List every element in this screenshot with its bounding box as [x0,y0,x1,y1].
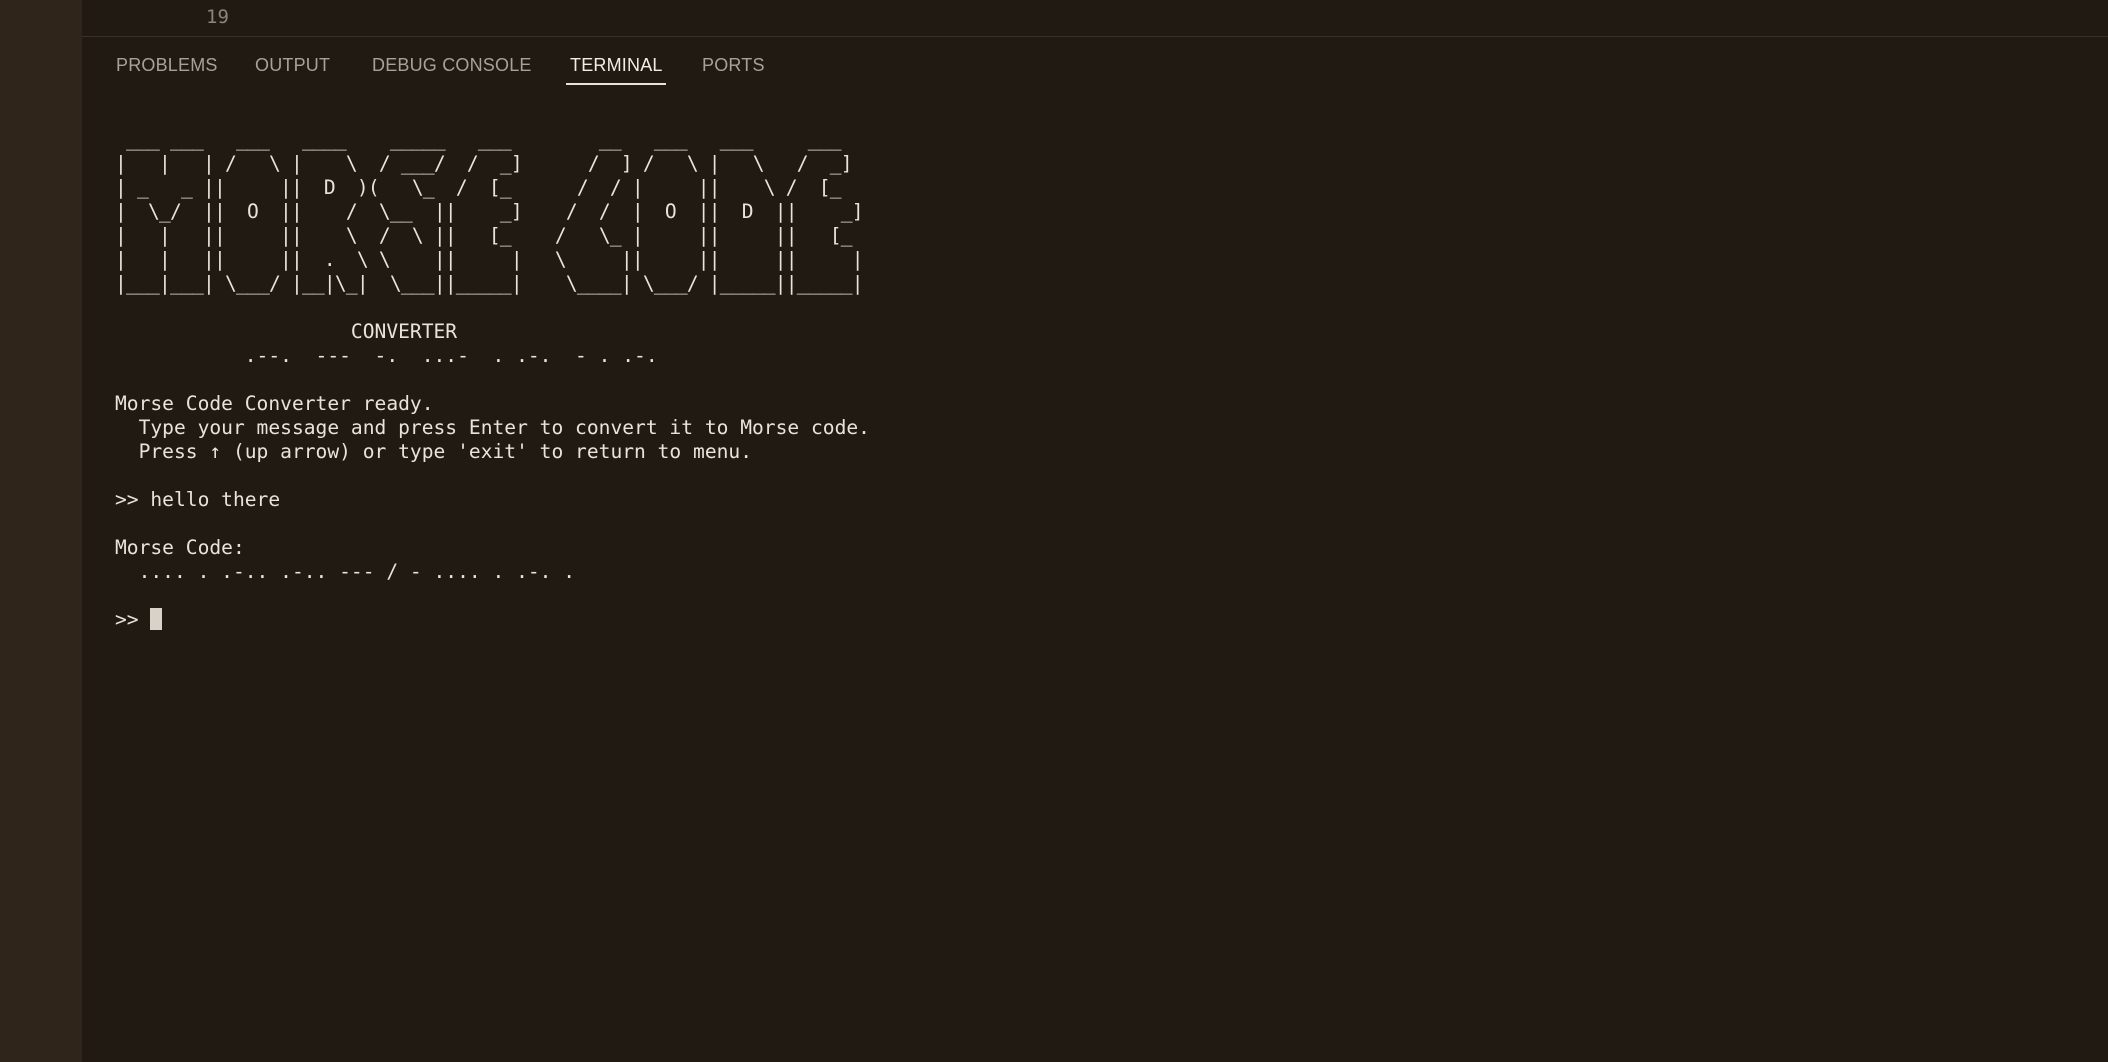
line-number: 19 [206,6,229,28]
terminal-banner-art: ___ ___ ___ ____ _____ ___ __ ___ ___ __… [115,128,864,295]
terminal-instruction-line: Type your message and press Enter to con… [115,416,870,439]
terminal-subtitle-morse: .--. --- -. ...- . .-. - . .-. [115,344,658,367]
terminal-prompt-line[interactable]: >> [115,608,2088,632]
terminal-prompt: >> [115,608,151,631]
tab-problems[interactable]: PROBLEMS [116,55,218,76]
terminal-instruction-line: Press ↑ (up arrow) or type 'exit' to ret… [115,440,753,463]
terminal-output-label: Morse Code: [115,536,245,559]
app-window: 19 PROBLEMS OUTPUT DEBUG CONSOLE TERMINA… [0,0,2108,1062]
terminal-subtitle: CONVERTER [115,320,458,343]
tab-debug-console[interactable]: DEBUG CONSOLE [372,55,532,76]
active-tab-indicator [566,83,666,85]
terminal-output[interactable]: ___ ___ ___ ____ _____ ___ __ ___ ___ __… [115,128,2088,1042]
activity-bar [0,0,82,1062]
tab-ports[interactable]: PORTS [702,55,765,76]
terminal-output-morse: .... . .-.. .-.. --- / - .... . .-. . [115,560,576,583]
tab-output[interactable]: OUTPUT [255,55,330,76]
terminal-input-echo: >> hello there [115,488,281,511]
terminal-ready-line: Morse Code Converter ready. [115,392,434,415]
tab-terminal[interactable]: TERMINAL [570,55,663,76]
editor-area[interactable]: 19 [82,0,2108,37]
panel-tab-bar: PROBLEMS OUTPUT DEBUG CONSOLE TERMINAL P… [82,37,2108,89]
terminal-cursor[interactable] [150,608,163,630]
